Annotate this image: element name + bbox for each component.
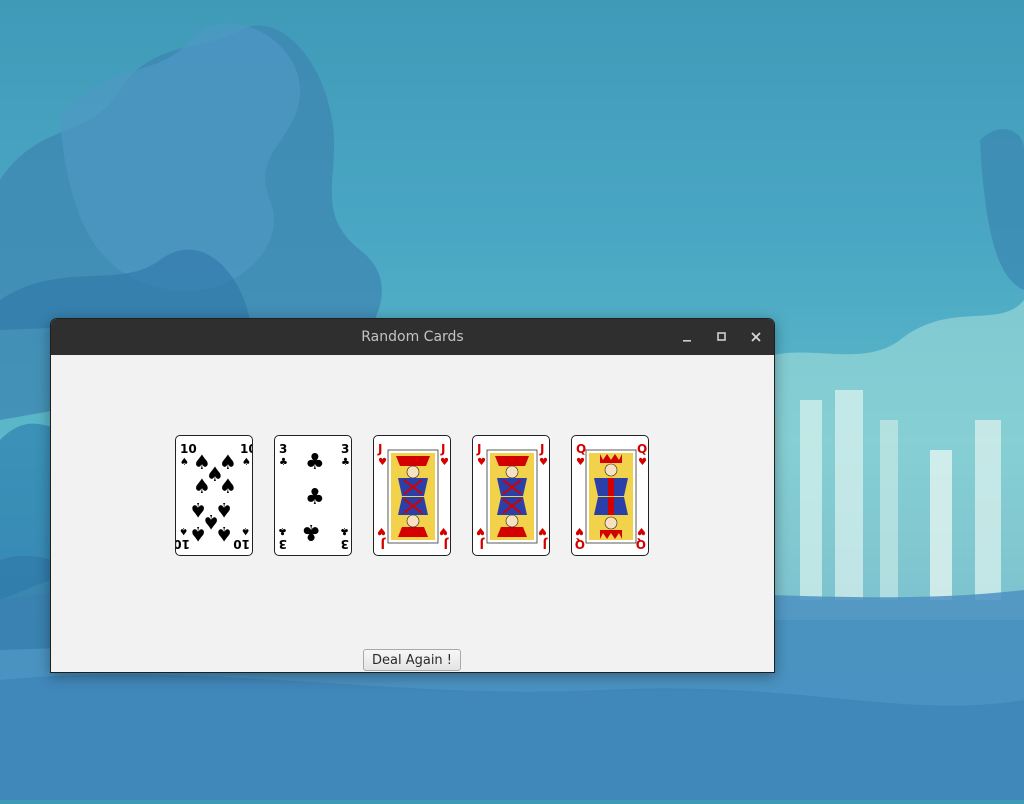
- card-rank: 3: [279, 537, 287, 551]
- deal-again-button[interactable]: Deal Again !: [363, 649, 461, 671]
- card-suit-small: ♠: [242, 457, 251, 468]
- svg-text:♠: ♠: [215, 522, 233, 546]
- minimize-button[interactable]: [679, 328, 697, 346]
- app-window: Random Cards 10 ♠ 10 ♠ ♠♠: [50, 318, 775, 673]
- card-rank: Q: [636, 537, 646, 551]
- card-rank: 10: [176, 537, 190, 551]
- card-rank: J: [476, 442, 481, 456]
- svg-text:♣: ♣: [301, 519, 321, 544]
- card-rank: 3: [341, 537, 349, 551]
- queen-portrait: [585, 449, 637, 544]
- card-suit-small: ♥: [378, 457, 387, 468]
- card-10-spades: 10 ♠ 10 ♠ ♠♠ ♠ ♠♠ ♠♠ ♠ ♠♠ 10 ♠ 10 ♠: [175, 435, 253, 556]
- card-face: J ♥ J ♥ J ♥ J ♥: [476, 442, 548, 551]
- svg-text:♣: ♣: [305, 450, 325, 475]
- card-suit-small: ♥: [576, 457, 585, 468]
- card-rank: J: [381, 537, 386, 551]
- card-suit-small: ♥: [539, 457, 548, 468]
- card-rank: 10: [240, 442, 253, 456]
- jack-portrait: [486, 449, 538, 544]
- card-suit-small: ♥: [538, 525, 547, 536]
- maximize-button[interactable]: [713, 328, 731, 346]
- card-rank: Q: [637, 442, 647, 456]
- card-suit-small: ♥: [575, 525, 584, 536]
- card-q-hearts: Q ♥ Q ♥ Q ♥ Q ♥: [571, 435, 649, 556]
- close-icon: [751, 332, 761, 342]
- card-rank: J: [543, 537, 548, 551]
- minimize-icon: [683, 340, 691, 342]
- svg-text:♠: ♠: [193, 474, 211, 498]
- card-suit-small: ♥: [439, 525, 448, 536]
- card-face: Q ♥ Q ♥ Q ♥ Q ♥: [575, 442, 647, 551]
- card-suit-small: ♠: [180, 457, 189, 468]
- card-face: J ♥ J ♥ J ♥ J ♥: [377, 442, 449, 551]
- svg-text:♣: ♣: [305, 485, 325, 510]
- card-rank: J: [539, 442, 544, 456]
- card-face: 10 ♠ 10 ♠ ♠♠ ♠ ♠♠ ♠♠ ♠ ♠♠ 10 ♠ 10 ♠: [176, 442, 253, 551]
- card-suit-small: ♥: [440, 457, 449, 468]
- card-rank: Q: [575, 537, 585, 551]
- card-suit-small: ♥: [377, 525, 386, 536]
- window-content: 10 ♠ 10 ♠ ♠♠ ♠ ♠♠ ♠♠ ♠ ♠♠ 10 ♠ 10 ♠: [51, 355, 774, 672]
- card-3-clubs: 3 ♣ 3 ♣ ♣ ♣ ♣ 3 ♣ 3 ♣: [274, 435, 352, 556]
- card-suit-small: ♥: [476, 525, 485, 536]
- card-suit-small: ♣: [278, 525, 287, 536]
- card-rank: J: [377, 442, 382, 456]
- card-j-hearts: J ♥ J ♥ J ♥ J ♥: [472, 435, 550, 556]
- card-suit-small: ♠: [179, 525, 188, 536]
- close-button[interactable]: [747, 328, 765, 346]
- card-suit-small: ♣: [341, 457, 350, 468]
- card-suit-small: ♥: [477, 457, 486, 468]
- card-j-hearts: J ♥ J ♥ J ♥ J ♥: [373, 435, 451, 556]
- card-suit-small: ♠: [241, 525, 250, 536]
- card-rank: 3: [341, 442, 349, 456]
- card-suit-small: ♥: [637, 525, 646, 536]
- card-face: 3 ♣ 3 ♣ ♣ ♣ ♣ 3 ♣ 3 ♣: [278, 442, 350, 551]
- svg-text:♠: ♠: [219, 474, 237, 498]
- svg-text:♠: ♠: [189, 522, 207, 546]
- card-rank: 10: [233, 537, 250, 551]
- window-title: Random Cards: [361, 329, 464, 345]
- card-rank: 3: [279, 442, 287, 456]
- card-suit-small: ♣: [340, 525, 349, 536]
- card-rank: J: [480, 537, 485, 551]
- card-rank: J: [440, 442, 445, 456]
- jack-portrait: [387, 449, 439, 544]
- window-titlebar[interactable]: Random Cards: [51, 319, 774, 355]
- card-suit-small: ♥: [638, 457, 647, 468]
- card-rank: J: [444, 537, 449, 551]
- card-suit-small: ♣: [279, 457, 288, 468]
- maximize-icon: [717, 332, 726, 341]
- card-rank: Q: [576, 442, 586, 456]
